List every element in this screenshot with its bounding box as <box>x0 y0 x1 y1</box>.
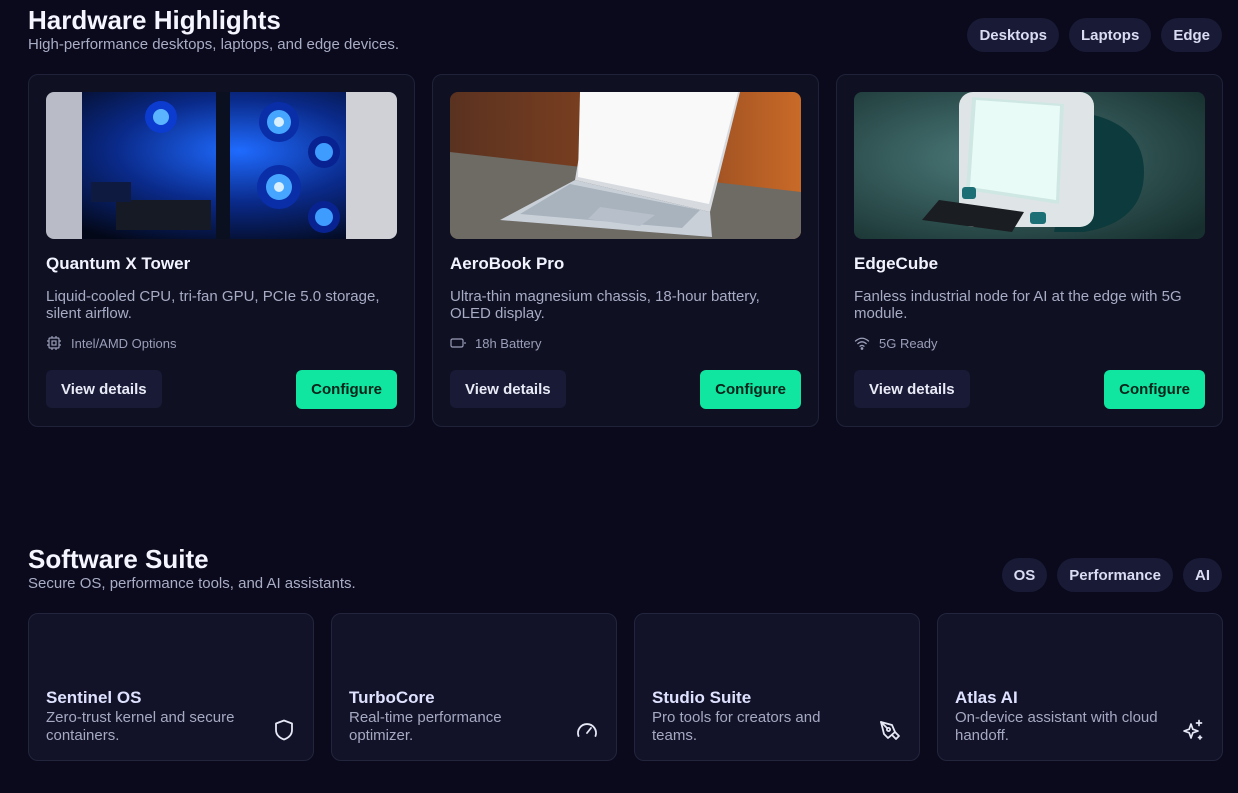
spec-label: 18h Battery <box>475 335 542 351</box>
software-grid: Sentinel OS Zero-trust kernel and secure… <box>28 613 1223 761</box>
spec-label: 5G Ready <box>879 335 938 351</box>
product-name: EdgeCube <box>854 254 939 273</box>
software-name: Studio Suite <box>652 688 752 707</box>
product-name: Quantum X Tower <box>46 254 191 273</box>
software-name: Atlas AI <box>955 688 1018 707</box>
product-description: Ultra-thin magnesium chassis, 18-hour ba… <box>450 288 760 322</box>
product-image-laptop <box>450 92 801 239</box>
gauge-icon <box>577 723 597 737</box>
configure-button[interactable]: Configure <box>1104 370 1205 409</box>
software-filters: OS Performance AI <box>1001 558 1222 592</box>
filter-ai[interactable]: AI <box>1183 558 1222 592</box>
filter-os[interactable]: OS <box>1001 558 1048 592</box>
shield-icon <box>275 719 293 741</box>
software-description: Pro tools for creators and teams. <box>652 709 821 744</box>
view-details-button[interactable]: View details <box>450 370 566 408</box>
product-name: AeroBook Pro <box>450 254 565 273</box>
section-subtitle: High-performance desktops, laptops, and … <box>28 36 400 53</box>
spec-label: Intel/AMD Options <box>71 335 177 351</box>
software-description: Real-time performance optimizer. <box>349 709 502 744</box>
product-image-edge-device <box>854 92 1205 239</box>
view-details-button[interactable]: View details <box>46 370 162 408</box>
filter-performance[interactable]: Performance <box>1057 558 1173 592</box>
product-description: Liquid-cooled CPU, tri-fan GPU, PCIe 5.0… <box>46 288 380 322</box>
configure-button[interactable]: Configure <box>700 370 801 409</box>
section-subtitle: Secure OS, performance tools, and AI ass… <box>28 575 356 592</box>
software-card-studio-suite[interactable]: Studio Suite Pro tools for creators and … <box>634 613 920 761</box>
hardware-section-header: Hardware Highlights High-performance des… <box>28 6 1222 53</box>
configure-button[interactable]: Configure <box>296 370 397 409</box>
software-name: TurboCore <box>349 688 435 707</box>
wifi-icon <box>854 337 870 350</box>
hardware-grid: Quantum X Tower Liquid-cooled CPU, tri-f… <box>28 74 1223 427</box>
product-spec: 18h Battery <box>450 335 801 351</box>
software-card-atlas-ai[interactable]: Atlas AI On-device assistant with cloud … <box>937 613 1223 761</box>
software-card-sentinel-os[interactable]: Sentinel OS Zero-trust kernel and secure… <box>28 613 314 761</box>
product-spec: Intel/AMD Options <box>46 335 397 351</box>
cpu-icon <box>47 336 61 350</box>
product-description: Fanless industrial node for AI at the ed… <box>854 288 1182 322</box>
software-name: Sentinel OS <box>46 688 142 707</box>
section-title: Hardware Highlights <box>28 5 281 35</box>
hardware-filters: Desktops Laptops Edge <box>967 18 1222 52</box>
product-card-quantum-x-tower: Quantum X Tower Liquid-cooled CPU, tri-f… <box>28 74 415 427</box>
filter-edge[interactable]: Edge <box>1161 18 1222 52</box>
product-image-tower <box>46 92 397 239</box>
product-card-edgecube: EdgeCube Fanless industrial node for AI … <box>836 74 1223 427</box>
software-description: Zero-trust kernel and secure containers. <box>46 709 235 744</box>
software-section-header: Software Suite Secure OS, performance to… <box>28 545 1222 592</box>
software-card-turbocore[interactable]: TurboCore Real-time performance optimize… <box>331 613 617 761</box>
section-title: Software Suite <box>28 544 209 574</box>
pen-tool-icon <box>880 721 900 740</box>
product-spec: 5G Ready <box>854 335 1205 351</box>
battery-icon <box>450 338 466 348</box>
software-description: On-device assistant with cloud handoff. <box>955 709 1158 744</box>
sparkles-icon <box>1183 719 1203 740</box>
filter-desktops[interactable]: Desktops <box>967 18 1059 52</box>
view-details-button[interactable]: View details <box>854 370 970 408</box>
product-card-aerobook-pro: AeroBook Pro Ultra-thin magnesium chassi… <box>432 74 819 427</box>
filter-laptops[interactable]: Laptops <box>1068 18 1152 52</box>
